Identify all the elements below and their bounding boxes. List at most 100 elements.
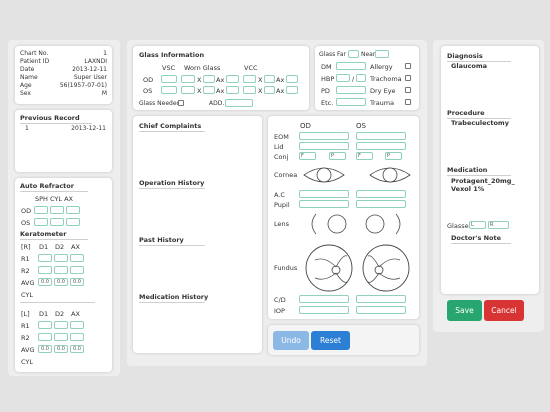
kerat-l-r2-ax[interactable] <box>70 333 84 341</box>
kerat-divider <box>20 302 95 303</box>
conj-os-p-field[interactable]: P <box>385 152 402 160</box>
trachoma-checkbox[interactable] <box>405 75 411 81</box>
glass-add-field[interactable] <box>225 99 253 107</box>
glass-os-worn-cyl[interactable] <box>203 86 215 94</box>
patient-id-label: Patient ID <box>20 58 50 65</box>
reset-button[interactable]: Reset <box>311 331 350 350</box>
cd-od-field[interactable] <box>299 295 349 303</box>
past-history-title: Past History <box>139 236 205 246</box>
kerat-l-avg-d2: 0.0 <box>54 345 68 353</box>
sex-label: Sex <box>20 90 31 97</box>
glass-near-field[interactable] <box>375 50 389 58</box>
ac-os-field[interactable] <box>356 190 406 198</box>
glass-od-vcc-cyl[interactable] <box>264 75 275 83</box>
glass-os-vcc-axis[interactable] <box>286 86 298 94</box>
kerat-l-r1-ax[interactable] <box>70 321 84 329</box>
glass-label: Glass <box>319 51 336 58</box>
iop-od-field[interactable] <box>299 306 349 314</box>
cornea-os-diagram[interactable] <box>368 164 412 186</box>
refractor-os-sph[interactable] <box>34 218 48 226</box>
lens-od-diagram[interactable] <box>306 212 350 236</box>
glass-vsc-header: VSC <box>162 64 176 72</box>
glasses-l-field[interactable]: L <box>469 221 486 229</box>
hbp-separator: / <box>352 75 355 83</box>
exam-od-header: OD <box>300 122 311 130</box>
dry-eye-checkbox[interactable] <box>405 87 411 93</box>
conditions-panel: Glass Far Near DM HBP / PD Etc. Allergy … <box>315 46 419 110</box>
glass-od-vcc-sph[interactable] <box>243 75 256 83</box>
kerat-r-r2-ax[interactable] <box>70 266 84 274</box>
previous-record-date[interactable]: 2013-12-11 <box>71 125 106 132</box>
cd-os-field[interactable] <box>356 295 406 303</box>
kerat-r-r1-d2[interactable] <box>54 254 68 262</box>
glass-os-vcc-sph[interactable] <box>243 86 256 94</box>
refractor-os-ax[interactable] <box>66 218 80 226</box>
kerat-r-r1-ax[interactable] <box>70 254 84 262</box>
glass-os-worn-axis[interactable] <box>226 86 239 94</box>
glass-os-vsc[interactable] <box>161 86 177 94</box>
lid-os-field[interactable] <box>356 142 406 150</box>
pd-label: PD <box>321 87 330 95</box>
glasses-r-field[interactable]: R <box>488 221 509 229</box>
pupil-os-field[interactable] <box>356 200 406 208</box>
fundus-os-diagram[interactable] <box>360 242 412 294</box>
glass-os-worn-sph[interactable] <box>181 86 195 94</box>
chart-no-value: 1 <box>103 50 107 57</box>
glass-os-worn-ax: Ax <box>216 87 225 95</box>
auto-refractor-panel: Auto Refractor SPH CYL AX OD OS Keratome… <box>15 178 112 372</box>
allergy-checkbox[interactable] <box>405 63 411 69</box>
hbp-systolic-field[interactable] <box>336 74 350 82</box>
dm-field[interactable] <box>336 62 366 70</box>
previous-record-panel: Previous Record 1 2013-12-11 <box>15 110 112 172</box>
kerat-l-r2-d1[interactable] <box>38 333 52 341</box>
kerat-l-r2-d2[interactable] <box>54 333 68 341</box>
refractor-od-sph[interactable] <box>34 206 48 214</box>
hbp-diastolic-field[interactable] <box>356 74 366 82</box>
sex-value: M <box>101 90 107 97</box>
previous-record-number[interactable]: 1 <box>25 125 29 132</box>
patient-info-panel: Chart No. 1 Patient ID LAXNDI Date 2013-… <box>15 46 112 104</box>
cancel-button[interactable]: Cancel <box>484 300 524 321</box>
kerat-r-r1-d1[interactable] <box>38 254 52 262</box>
kerat-r-r2-d1[interactable] <box>38 266 52 274</box>
diagnosis-value[interactable]: Glaucoma <box>451 62 487 70</box>
glass-needed-checkbox[interactable] <box>178 100 184 106</box>
trauma-checkbox[interactable] <box>405 99 411 105</box>
hbp-label: HBP <box>321 75 335 83</box>
glass-od-vcc-axis[interactable] <box>286 75 298 83</box>
glass-od-vsc[interactable] <box>161 75 177 83</box>
glass-od-worn-sph[interactable] <box>181 75 195 83</box>
procedure-value[interactable]: Trabeculectomy <box>451 119 509 127</box>
lid-od-field[interactable] <box>299 142 349 150</box>
fundus-od-diagram[interactable] <box>303 242 355 294</box>
lens-os-diagram[interactable] <box>362 212 406 236</box>
refractor-os-cyl[interactable] <box>50 218 64 226</box>
undo-button[interactable]: Undo <box>273 331 309 350</box>
kerat-l-header-d1: D1 <box>39 310 49 318</box>
glass-far-field[interactable] <box>348 50 359 58</box>
glass-od-worn-ax: Ax <box>216 76 225 84</box>
conj-od-f-field[interactable]: F <box>299 152 316 160</box>
medication-line2[interactable]: Vexol 1% <box>451 185 484 193</box>
kerat-l-r1-d1[interactable] <box>38 321 52 329</box>
kerat-l-r1-d2[interactable] <box>54 321 68 329</box>
pupil-od-field[interactable] <box>299 200 349 208</box>
glass-od-worn-axis[interactable] <box>226 75 239 83</box>
pd-field[interactable] <box>336 86 366 94</box>
eom-os-field[interactable] <box>356 132 406 140</box>
eom-od-field[interactable] <box>299 132 349 140</box>
ac-od-field[interactable] <box>299 190 349 198</box>
refractor-od-cyl[interactable] <box>50 206 64 214</box>
conj-od-p-field[interactable]: P <box>329 152 346 160</box>
refractor-od-ax[interactable] <box>66 206 80 214</box>
kerat-r-r2-d2[interactable] <box>54 266 68 274</box>
glass-os-vcc-cyl[interactable] <box>264 86 275 94</box>
conj-os-f-field[interactable]: F <box>356 152 373 160</box>
kerat-r-header-ax: AX <box>71 243 80 251</box>
etc-field[interactable] <box>336 98 366 106</box>
cornea-od-diagram[interactable] <box>302 164 346 186</box>
save-button[interactable]: Save <box>447 300 482 321</box>
medication-line1[interactable]: Protagent_20mg_ <box>451 177 515 185</box>
iop-os-field[interactable] <box>356 306 406 314</box>
glass-od-worn-cyl[interactable] <box>203 75 215 83</box>
